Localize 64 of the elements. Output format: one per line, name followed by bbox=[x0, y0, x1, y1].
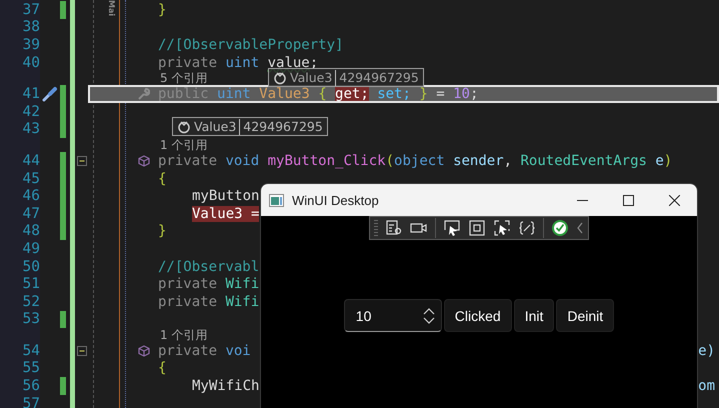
line-number: 45 bbox=[22, 170, 40, 187]
spin-icon[interactable] bbox=[422, 308, 435, 324]
code-line: MyWifiCh bbox=[191, 378, 260, 394]
line-number: 51 bbox=[22, 276, 40, 292]
app-icon bbox=[269, 194, 284, 206]
reference-count[interactable]: 1 个引用 bbox=[160, 136, 208, 154]
collapse-icon[interactable] bbox=[77, 156, 87, 166]
code-line: private Wifi bbox=[158, 276, 260, 292]
line-number: 40 bbox=[22, 54, 40, 71]
variable-value[interactable]: 4294967295 bbox=[243, 119, 323, 134]
line-number: 54 bbox=[22, 342, 40, 359]
line-number: 50 bbox=[22, 258, 40, 275]
pin-icon[interactable] bbox=[273, 70, 287, 84]
line-number: 47 bbox=[22, 206, 40, 222]
square-icon[interactable] bbox=[468, 219, 486, 237]
line-number: 53 bbox=[22, 311, 40, 328]
line-number: 41 bbox=[22, 86, 40, 102]
line-number: 56 bbox=[22, 378, 40, 394]
brackets-icon[interactable] bbox=[518, 219, 536, 237]
app-button[interactable]: Clicked bbox=[444, 299, 512, 332]
line-number: 39 bbox=[22, 36, 40, 53]
file-tab-label[interactable]: Mai bbox=[107, 0, 116, 16]
collapse-icon[interactable] bbox=[77, 346, 87, 356]
screwdriver-icon[interactable] bbox=[42, 86, 58, 102]
reference-count[interactable]: 1 个引用 bbox=[160, 326, 208, 344]
code-line: { bbox=[158, 170, 166, 187]
code-line: private voi bbox=[158, 342, 251, 359]
tree-gear-icon[interactable] bbox=[385, 219, 403, 237]
pin-icon[interactable] bbox=[177, 120, 191, 134]
code-fragment: e) bbox=[698, 342, 716, 359]
line-number: 43 bbox=[22, 121, 40, 138]
line-number: 44 bbox=[22, 152, 40, 169]
line-number: 37 bbox=[22, 2, 40, 18]
line-number: 55 bbox=[22, 360, 40, 376]
pointer-frame-icon[interactable] bbox=[493, 219, 511, 237]
code-line: myButton bbox=[191, 188, 260, 204]
line-number: 42 bbox=[22, 104, 40, 120]
line-number: 57 bbox=[22, 396, 40, 408]
pointer-icon[interactable] bbox=[443, 219, 461, 237]
reference-count[interactable]: 5 个引用 bbox=[160, 70, 208, 87]
line-number: 52 bbox=[22, 294, 40, 310]
variable-name: Value3 bbox=[290, 70, 332, 85]
variable-name: Value3 bbox=[194, 119, 236, 134]
maximize-icon bbox=[622, 194, 634, 206]
code-line: { bbox=[158, 360, 166, 376]
line-number: 38 bbox=[22, 19, 40, 36]
number-box[interactable]: 10 bbox=[344, 299, 442, 332]
code-line: private void myButton_Click(object sender, RoutedEventArgs e) bbox=[158, 152, 672, 169]
close-icon bbox=[668, 194, 680, 206]
app-button[interactable]: Init bbox=[514, 299, 554, 332]
code-line: } bbox=[158, 223, 166, 240]
line-number: 46 bbox=[22, 188, 40, 204]
chevron-icon[interactable] bbox=[576, 221, 584, 235]
code-fragment: om bbox=[698, 378, 716, 394]
line-number: 49 bbox=[22, 240, 40, 257]
window-title: WinUI Desktop bbox=[292, 192, 380, 208]
code-line: //[Observabl bbox=[158, 258, 260, 275]
app-button[interactable]: Deinit bbox=[556, 299, 614, 332]
checkmark-icon[interactable] bbox=[551, 219, 569, 237]
line-number: 48 bbox=[22, 223, 40, 240]
code-line: } bbox=[158, 2, 166, 18]
code-line: private Wifi bbox=[158, 294, 260, 310]
variable-value[interactable]: 4294967295 bbox=[339, 70, 419, 85]
code-line: //[ObservableProperty] bbox=[158, 36, 344, 53]
